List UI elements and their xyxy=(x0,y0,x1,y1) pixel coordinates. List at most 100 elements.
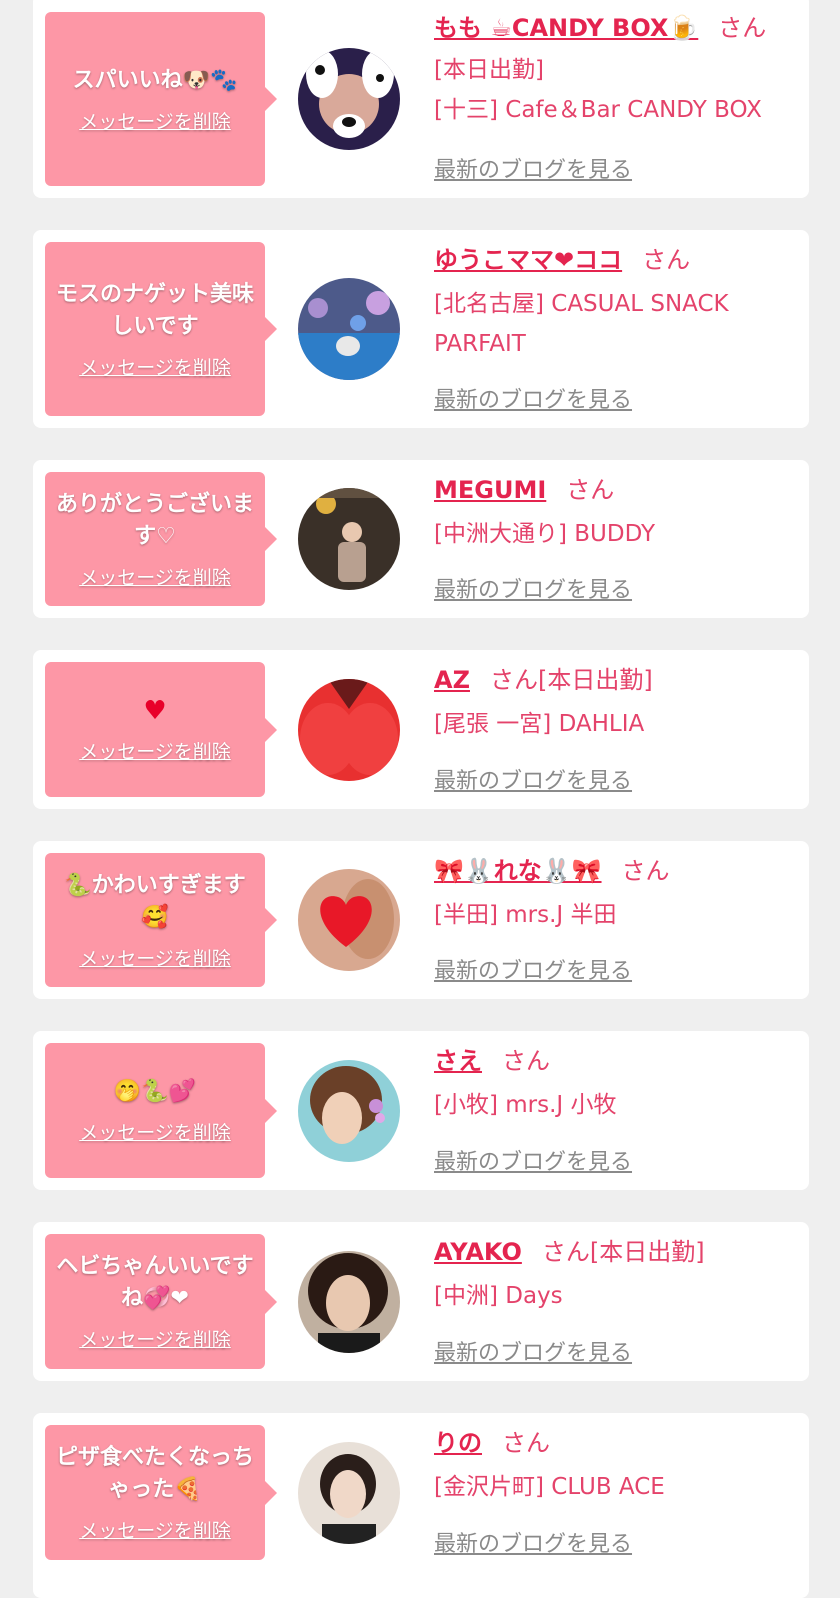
sender-name-link[interactable]: さえ xyxy=(434,1047,482,1075)
message-bubble: ピザ食べたくなっちゃった🍕 メッセージを削除 xyxy=(45,1425,277,1560)
shop-name: [中洲] Days xyxy=(434,1283,563,1309)
shop-name: [尾張 一宮] DAHLIA xyxy=(434,711,645,737)
avatar[interactable] xyxy=(298,1060,400,1162)
message-bubble: ありがとうございます♡ メッセージを削除 xyxy=(45,472,277,606)
latest-blog-link[interactable]: 最新のブログを見る xyxy=(434,572,632,604)
latest-blog-link[interactable]: 最新のブログを見る xyxy=(434,953,632,985)
latest-blog-link[interactable]: 最新のブログを見る xyxy=(434,1335,632,1367)
shop-info: [中洲大通り] BUDDY xyxy=(434,514,797,554)
shop-name: [半田] mrs.J 半田 xyxy=(434,902,617,928)
sender-name-line: ゆうこママ❤ココ さん xyxy=(434,244,797,276)
delete-message-link[interactable]: メッセージを削除 xyxy=(79,1516,231,1543)
sender-info: さえ さん xyxy=(434,1045,797,1077)
latest-blog-link[interactable]: 最新のブログを見る xyxy=(434,1144,632,1176)
shop-name: [金沢片町] CLUB ACE xyxy=(434,1474,665,1500)
message-bubble: 🤭🐍💕 メッセージを削除 xyxy=(45,1043,277,1178)
message-text: ヘビちゃんいいですね💞❤ xyxy=(56,1254,254,1311)
sender-name-link[interactable]: 🎀🐰れな🐰🎀 xyxy=(434,857,602,885)
sender-info: 🎀🐰れな🐰🎀 さん xyxy=(434,855,797,887)
sender-name-line: 🎀🐰れな🐰🎀 さん xyxy=(434,855,797,887)
message-text: 🤭🐍💕 xyxy=(113,1079,197,1104)
delete-message-link[interactable]: メッセージを削除 xyxy=(79,353,231,380)
message-card: 🤭🐍💕 メッセージを削除 さえ さん [小牧] mrs.J 小牧 最新のブログを見… xyxy=(33,1031,809,1190)
latest-blog-link[interactable]: 最新のブログを見る xyxy=(434,763,632,795)
sender-name-link[interactable]: AZ xyxy=(434,666,470,694)
message-list: スパいいね🐶🐾 メッセージを削除 もも ☕CANDY BOX🍺 さん [本日出勤] … xyxy=(0,0,840,1598)
message-card: 🐍かわいすぎます🥰 メッセージを削除 🎀🐰れな🐰🎀 さん [半田] mrs.J 半… xyxy=(33,841,809,999)
avatar[interactable] xyxy=(298,278,400,380)
message-text: モスのナゲット美味しいです xyxy=(55,281,254,339)
message-card: ♥ メッセージを削除 AZ さん[本日出勤] [尾張 一宮] DAHLIA 最新の… xyxy=(33,650,809,809)
latest-blog-link[interactable]: 最新のブログを見る xyxy=(434,1526,632,1558)
avatar-red-heart-image xyxy=(298,679,400,781)
avatar-short-hair-image xyxy=(298,1442,400,1544)
work-status: [本日出勤] xyxy=(537,666,653,694)
honorific: さん xyxy=(718,14,767,42)
sender-name-line: さえ さん xyxy=(434,1045,797,1077)
sender-info: ゆうこママ❤ココ さん xyxy=(434,244,797,276)
delete-message-link[interactable]: メッセージを削除 xyxy=(79,737,231,764)
delete-message-link[interactable]: メッセージを削除 xyxy=(79,107,231,134)
shop-info: [本日出勤] [十三] Cafe＆Bar CANDY BOX xyxy=(434,50,797,130)
avatar[interactable] xyxy=(298,48,400,150)
avatar-blue-room-image xyxy=(298,278,400,380)
delete-message-link[interactable]: メッセージを削除 xyxy=(79,944,231,971)
message-card: ヘビちゃんいいですね💞❤ メッセージを削除 AYAKO さん[本日出勤] [中洲]… xyxy=(33,1222,809,1381)
honorific: さん xyxy=(502,1047,550,1075)
sender-info: りの さん xyxy=(434,1427,797,1459)
avatar-hair-flower-image xyxy=(298,1060,400,1162)
message-card: ありがとうございます♡ メッセージを削除 MEGUMI さん [中洲大通り] BU… xyxy=(33,460,809,618)
delete-message-link[interactable]: メッセージを削除 xyxy=(79,563,231,590)
message-text: ありがとうございます♡ xyxy=(55,491,254,549)
message-card: モスのナゲット美味しいです メッセージを削除 ゆうこママ❤ココ さん [北名古屋]… xyxy=(33,230,809,428)
shop-info: [中洲] Days xyxy=(434,1276,797,1316)
avatar-selfie-image xyxy=(298,1251,400,1353)
message-text: ピザ食べたくなっちゃった🍕 xyxy=(55,1445,254,1502)
honorific: さん xyxy=(642,246,691,274)
sender-name-link[interactable]: ゆうこママ❤ココ xyxy=(434,246,622,274)
avatar[interactable] xyxy=(298,869,400,971)
message-text: スパいいね🐶🐾 xyxy=(72,67,238,93)
latest-blog-link[interactable]: 最新のブログを見る xyxy=(434,152,632,184)
sender-name-line: りの さん xyxy=(434,1427,797,1459)
avatar[interactable] xyxy=(298,488,400,590)
latest-blog-link[interactable]: 最新のブログを見る xyxy=(434,382,632,414)
shop-info: [金沢片町] CLUB ACE xyxy=(434,1467,797,1507)
shop-name: [小牧] mrs.J 小牧 xyxy=(434,1092,617,1118)
message-card: スパいいね🐶🐾 メッセージを削除 もも ☕CANDY BOX🍺 さん [本日出勤] … xyxy=(33,0,809,198)
sender-name-line: AZ さん[本日出勤] xyxy=(434,664,797,696)
message-text: 🐍かわいすぎます🥰 xyxy=(64,872,246,930)
sender-name-link[interactable]: MEGUMI xyxy=(434,476,546,504)
work-status-line: [本日出勤] xyxy=(434,57,544,83)
avatar[interactable] xyxy=(298,1251,400,1353)
message-bubble: スパいいね🐶🐾 メッセージを削除 xyxy=(45,12,277,186)
delete-message-link[interactable]: メッセージを削除 xyxy=(79,1118,231,1145)
delete-message-link[interactable]: メッセージを削除 xyxy=(79,1325,231,1352)
message-bubble: ♥ メッセージを削除 xyxy=(45,662,277,797)
avatar[interactable] xyxy=(298,1442,400,1544)
message-bubble: 🐍かわいすぎます🥰 メッセージを削除 xyxy=(45,853,277,987)
avatar[interactable] xyxy=(298,679,400,781)
shop-name: [中洲大通り] BUDDY xyxy=(434,521,656,547)
sender-info: もも ☕CANDY BOX🍺さん[本日出勤] xyxy=(434,12,797,44)
message-card: ピザ食べたくなっちゃった🍕 メッセージを削除 りの さん [金沢片町] CLUB … xyxy=(33,1413,809,1598)
shop-name: [十三] Cafe＆Bar CANDY BOX xyxy=(434,97,762,123)
shop-name: [北名古屋] CASUAL SNACK xyxy=(434,291,729,317)
honorific: さん xyxy=(541,1238,590,1266)
honorific: さん xyxy=(566,476,615,504)
sender-name-line: AYAKO さん[本日出勤] xyxy=(434,1236,797,1268)
shop-info: [半田] mrs.J 半田 xyxy=(434,895,797,935)
shop-info: [小牧] mrs.J 小牧 xyxy=(434,1085,797,1125)
sender-name-link[interactable]: AYAKO xyxy=(434,1238,522,1266)
work-status: [本日出勤] xyxy=(589,1238,705,1266)
sender-info: AZ さん[本日出勤] xyxy=(434,664,797,696)
honorific: さん xyxy=(502,1429,550,1457)
avatar-kimono-image xyxy=(298,488,400,590)
sender-name-link[interactable]: りの xyxy=(434,1429,482,1457)
shop-info: [北名古屋] CASUAL SNACK PARFAIT xyxy=(434,284,797,364)
message-bubble: ヘビちゃんいいですね💞❤ メッセージを削除 xyxy=(45,1234,277,1369)
sender-name-link[interactable]: もも ☕CANDY BOX🍺 xyxy=(434,14,698,42)
message-text: ♥ xyxy=(143,696,167,726)
sender-info: AYAKO さん[本日出勤] xyxy=(434,1236,797,1268)
sender-name-line: MEGUMI さん xyxy=(434,474,797,506)
